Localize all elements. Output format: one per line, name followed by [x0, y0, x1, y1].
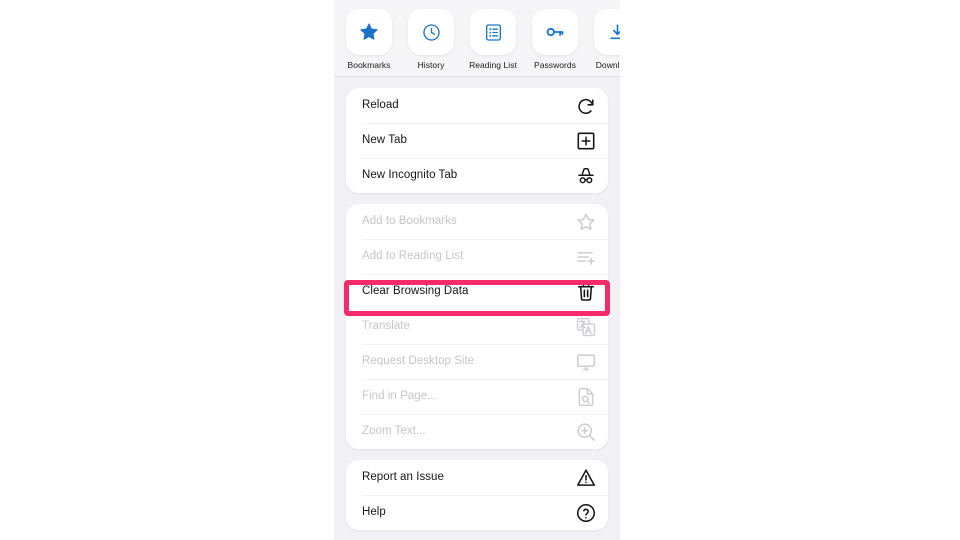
- menu-item-add-to-bookmarks: Add to Bookmarks: [346, 204, 608, 239]
- page-actions-group: Add to Bookmarks Add to Reading List Clear…: [346, 204, 608, 449]
- shortcut-tile[interactable]: [594, 9, 620, 55]
- add-to-list-icon: [576, 248, 595, 265]
- menu-item-reload[interactable]: Reload: [346, 88, 608, 123]
- menu-item-label: Add to Reading List: [362, 249, 464, 262]
- shortcut-passwords[interactable]: Passwords: [528, 9, 582, 70]
- incognito-icon: [577, 167, 594, 184]
- menu-item-translate: Translate: [346, 309, 608, 344]
- help-icon: [576, 503, 595, 522]
- support-group: Report an Issue Help: [346, 460, 608, 530]
- menu-item-label: New Tab: [362, 133, 407, 146]
- download-icon: [607, 22, 620, 43]
- navigation-group: Reload New Tab New Incognito Tab: [346, 88, 608, 193]
- shortcut-label: Reading List: [469, 60, 517, 70]
- menu-item-report-an-issue[interactable]: Report an Issue: [346, 460, 608, 495]
- menu-list[interactable]: Reload New Tab New Incognito Tab Add to Boo…: [334, 77, 620, 540]
- star-icon: [358, 21, 380, 43]
- shortcut-tile[interactable]: [532, 9, 578, 55]
- shortcut-label: Passwords: [533, 60, 577, 70]
- shortcut-reading-list[interactable]: Reading List: [466, 9, 520, 70]
- shortcut-tile[interactable]: [470, 9, 516, 55]
- menu-item-label: Request Desktop Site: [362, 354, 475, 367]
- menu-item-add-to-reading-list: Add to Reading List: [346, 239, 608, 274]
- translate-icon: [576, 317, 595, 336]
- key-icon: [544, 21, 566, 43]
- shortcut-bar: Bookmarks History Reading List Passwords Dow…: [334, 0, 620, 77]
- warning-icon: [576, 468, 595, 486]
- star-outline-icon: [576, 213, 595, 230]
- browser-menu-panel: Bookmarks History Reading List Passwords Dow…: [334, 0, 620, 540]
- shortcut-tile[interactable]: [408, 9, 454, 55]
- shortcut-downloads[interactable]: Downloads: [590, 9, 620, 70]
- menu-item-label: Help: [362, 505, 386, 518]
- reading-list-icon: [483, 22, 504, 43]
- menu-item-label: Reload: [362, 98, 399, 111]
- trash-icon: [577, 282, 594, 301]
- menu-item-label: Translate: [362, 319, 410, 332]
- menu-item-label: Clear Browsing Data: [362, 284, 469, 297]
- menu-item-label: Find in Page...: [362, 389, 437, 402]
- reload-icon: [577, 97, 594, 114]
- menu-item-label: Zoom Text...: [362, 424, 426, 437]
- zoom-text-icon: [576, 422, 595, 441]
- shortcut-label: Downloads: [595, 60, 620, 70]
- shortcut-history[interactable]: History: [404, 9, 458, 70]
- menu-item-help[interactable]: Help: [346, 495, 608, 530]
- menu-item-find-in-page: Find in Page...: [346, 379, 608, 414]
- shortcut-tile[interactable]: [346, 9, 392, 55]
- clock-icon: [421, 22, 442, 43]
- shortcut-label: History: [417, 60, 445, 70]
- menu-item-new-incognito-tab[interactable]: New Incognito Tab: [346, 158, 608, 193]
- menu-item-clear-browsing-data[interactable]: Clear Browsing Data: [346, 274, 608, 309]
- find-in-page-icon: [577, 387, 594, 406]
- desktop-icon: [576, 353, 595, 370]
- shortcut-label: Bookmarks: [347, 60, 391, 70]
- menu-item-label: Report an Issue: [362, 470, 444, 483]
- menu-item-zoom-text: Zoom Text...: [346, 414, 608, 449]
- shortcut-bookmarks[interactable]: Bookmarks: [342, 9, 396, 70]
- menu-item-label: New Incognito Tab: [362, 168, 458, 181]
- menu-item-request-desktop-site: Request Desktop Site: [346, 344, 608, 379]
- new-tab-icon: [577, 132, 594, 149]
- menu-item-new-tab[interactable]: New Tab: [346, 123, 608, 158]
- menu-item-label: Add to Bookmarks: [362, 214, 457, 227]
